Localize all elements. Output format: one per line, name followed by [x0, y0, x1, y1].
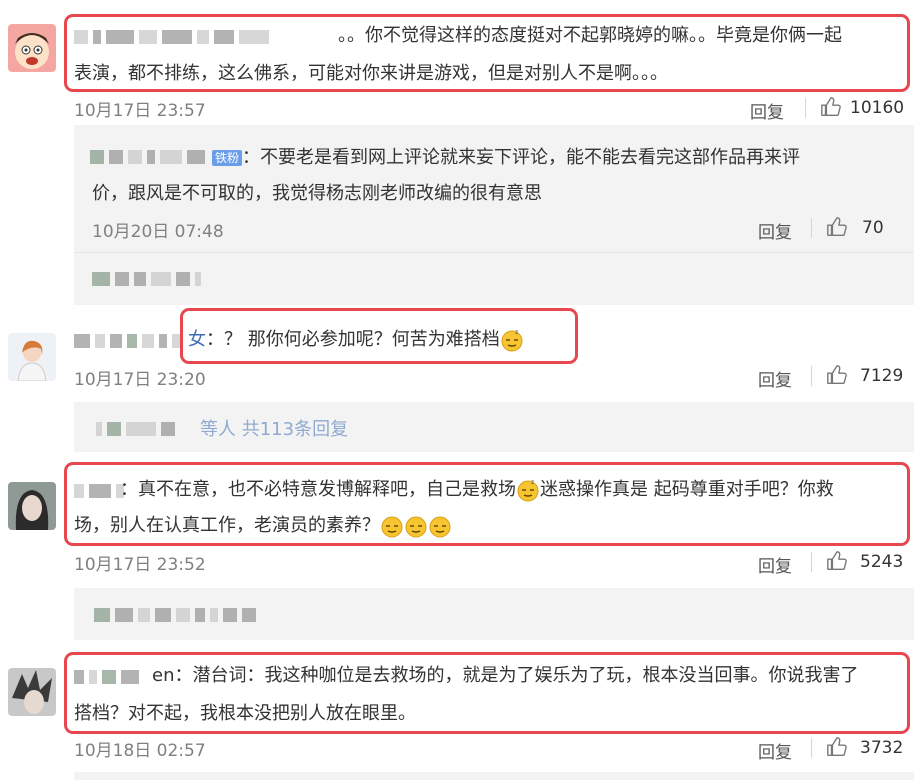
thumbs-up-icon[interactable] — [820, 96, 842, 118]
fan-badge: 铁粉 — [212, 150, 243, 166]
username-blurred[interactable] — [96, 422, 175, 436]
reply-button[interactable]: 回复 — [750, 98, 784, 123]
avatar[interactable] — [8, 482, 56, 530]
divider — [74, 252, 914, 253]
username-blurred[interactable] — [74, 334, 182, 348]
highlight-box — [180, 308, 578, 364]
nested-replies — [74, 772, 914, 780]
divider — [805, 98, 806, 118]
timestamp: 10月17日 23:57 — [74, 101, 206, 121]
divider — [811, 366, 812, 386]
more-replies-link[interactable]: 等人 共113条回复 — [200, 412, 348, 448]
timestamp: 10月20日 07:48 — [92, 222, 224, 242]
thumbs-up-icon[interactable] — [826, 736, 848, 758]
timestamp: 10月17日 23:20 — [74, 370, 206, 390]
highlight-box — [64, 14, 910, 92]
like-count: 3732 — [860, 738, 904, 758]
username-blurred[interactable] — [90, 150, 205, 164]
reply-button[interactable]: 回复 — [758, 738, 792, 763]
comment-text: 价，跟风是不可取的，我觉得杨志刚老师改编的很有意思 — [92, 183, 542, 204]
comment-text: 铁粉 ：不要老是看到网上评论就来妄下评论，能不能去看完这部作品再来评 — [212, 140, 800, 176]
thumbs-up-icon[interactable] — [826, 364, 848, 386]
reply-button[interactable]: 回复 — [758, 218, 792, 243]
thumbs-up-icon[interactable] — [826, 550, 848, 572]
avatar[interactable] — [8, 333, 56, 381]
thumbs-up-icon[interactable] — [826, 216, 848, 238]
like-count: 10160 — [850, 98, 905, 118]
avatar[interactable] — [8, 668, 56, 716]
like-count: 5243 — [860, 552, 904, 572]
more-replies-blurred[interactable] — [92, 272, 201, 286]
divider — [811, 552, 812, 572]
timestamp: 10月17日 23:52 — [74, 555, 206, 575]
avatar[interactable] — [8, 24, 56, 72]
like-count: 70 — [862, 218, 884, 238]
reply-button[interactable]: 回复 — [758, 366, 792, 391]
timestamp: 10月18日 02:57 — [74, 741, 206, 761]
highlight-box — [64, 462, 910, 546]
highlight-box — [64, 652, 910, 734]
divider — [811, 218, 812, 238]
more-replies-blurred[interactable] — [94, 608, 256, 622]
like-count: 7129 — [860, 366, 904, 386]
divider — [811, 738, 812, 758]
reply-button[interactable]: 回复 — [758, 552, 792, 577]
